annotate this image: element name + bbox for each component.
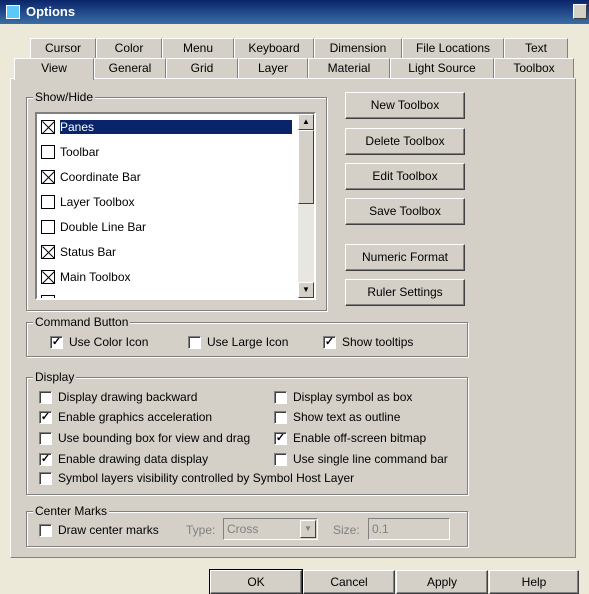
checkbox-icon[interactable]	[41, 145, 55, 159]
use-bounding-box-label: Use bounding box for view and drag	[58, 431, 251, 445]
checkbox-icon[interactable]	[274, 411, 287, 424]
tab-keyboard[interactable]: Keyboard	[234, 38, 314, 58]
checkbox-icon[interactable]	[274, 391, 287, 404]
list-item-main-toolbox[interactable]: Main Toolbox	[39, 268, 289, 288]
list-item-label: Panes	[60, 120, 292, 134]
use-color-icon-label: Use Color Icon	[69, 335, 149, 349]
type-select-value: Cross	[227, 522, 259, 536]
checkbox-icon[interactable]	[188, 336, 201, 349]
tab-menu[interactable]: Menu	[162, 38, 234, 58]
list-item-toolbar[interactable]: Toolbar	[39, 143, 289, 163]
list-item-coordinate-bar[interactable]: Coordinate Bar	[39, 168, 289, 188]
title-bar: Options	[0, 0, 589, 24]
list-item-label: Status Bar	[60, 245, 117, 259]
checkbox-checked-icon[interactable]	[41, 170, 55, 184]
checkbox-icon[interactable]	[39, 432, 52, 445]
enable-offscreen-bitmap-label: Enable off-screen bitmap	[293, 431, 427, 445]
list-item-double-line-bar[interactable]: Double Line Bar	[39, 218, 289, 238]
display-legend: Display	[33, 370, 77, 384]
window-title: Options	[26, 4, 76, 19]
checkbox-checkmark-icon[interactable]: ✓	[50, 336, 63, 349]
single-line-command-bar-label: Use single line command bar	[293, 452, 448, 466]
save-toolbox-button[interactable]: Save Toolbox	[345, 198, 465, 225]
tab-light-source[interactable]: Light Source	[390, 58, 494, 78]
edit-toolbox-button[interactable]: Edit Toolbox	[345, 163, 465, 190]
new-toolbox-button[interactable]: New Toolbox	[345, 92, 465, 119]
list-item-label: Main Toolbox	[60, 270, 131, 284]
tab-file-locations[interactable]: File Locations	[402, 38, 504, 58]
delete-toolbox-button[interactable]: Delete Toolbox	[345, 128, 465, 155]
tab-material[interactable]: Material	[308, 58, 390, 78]
center-marks-legend: Center Marks	[33, 504, 110, 518]
checkbox-icon[interactable]	[41, 220, 55, 234]
tab-dimension[interactable]: Dimension	[314, 38, 402, 58]
list-item-label: Layer Toolbox	[60, 195, 135, 209]
size-input-value: 0.1	[372, 522, 389, 536]
tab-general[interactable]: General	[94, 58, 166, 78]
checkbox-checked-icon[interactable]	[41, 270, 55, 284]
display-symbol-as-box-label: Display symbol as box	[293, 390, 413, 404]
symbol-layers-visibility-label: Symbol layers visibility controlled by S…	[58, 471, 355, 485]
tab-cursor[interactable]: Cursor	[30, 38, 96, 58]
draw-center-marks-label: Draw center marks	[58, 523, 159, 537]
checkbox-checkmark-icon[interactable]: ✓	[274, 432, 287, 445]
numeric-format-button[interactable]: Numeric Format	[345, 244, 465, 271]
enable-drawing-data-display-label: Enable drawing data display	[58, 452, 209, 466]
tab-view[interactable]: View	[14, 58, 94, 80]
list-item-panes[interactable]: Panes	[39, 118, 292, 138]
chevron-down-icon[interactable]: ▼	[300, 520, 316, 538]
scroll-up-icon[interactable]: ▲	[298, 114, 314, 130]
checkbox-checkmark-icon[interactable]: ✓	[39, 453, 52, 466]
checkbox-checkmark-icon[interactable]: ✓	[323, 336, 336, 349]
size-label: Size:	[333, 523, 360, 537]
help-button[interactable]: Help	[489, 570, 579, 594]
scroll-thumb[interactable]	[298, 130, 314, 204]
scroll-down-icon[interactable]: ▼	[298, 282, 314, 298]
list-item-label: Coordinate Bar	[60, 170, 141, 184]
checkbox-icon[interactable]	[274, 453, 287, 466]
show-hide-list[interactable]: Panes Toolbar Coordinate Bar Layer Toolb…	[35, 112, 316, 300]
list-item-layer-toolbox[interactable]: Layer Toolbox	[39, 193, 289, 213]
checkbox-icon[interactable]	[41, 195, 55, 209]
type-select[interactable]: Cross ▼	[223, 518, 318, 540]
enable-graphics-acceleration-label: Enable graphics acceleration	[58, 410, 213, 424]
checkbox-icon[interactable]	[39, 391, 52, 404]
checkbox-icon[interactable]	[39, 524, 52, 537]
list-item-label: Toolbar	[60, 145, 100, 159]
close-icon[interactable]	[573, 4, 587, 19]
cancel-button[interactable]: Cancel	[303, 570, 395, 594]
use-large-icon-label: Use Large Icon	[207, 335, 289, 349]
tab-text[interactable]: Text	[504, 38, 568, 58]
type-label: Type:	[186, 523, 216, 537]
list-item-status-bar[interactable]: Status Bar	[39, 243, 289, 263]
tab-color[interactable]: Color	[96, 38, 162, 58]
size-input[interactable]: 0.1	[368, 518, 450, 540]
list-item-label: Double Line Bar	[60, 220, 147, 234]
display-drawing-backward-label: Display drawing backward	[58, 390, 198, 404]
checkbox-icon	[41, 295, 55, 298]
tab-layer[interactable]: Layer	[238, 58, 308, 78]
show-text-as-outline-label: Show text as outline	[293, 410, 401, 424]
checkbox-checked-icon[interactable]	[41, 245, 55, 259]
tab-toolbox[interactable]: Toolbox	[494, 58, 574, 78]
show-hide-legend: Show/Hide	[33, 90, 96, 104]
checkbox-checked-icon[interactable]	[41, 120, 55, 134]
show-tooltips-label: Show tooltips	[342, 335, 414, 349]
apply-button[interactable]: Apply	[396, 570, 488, 594]
list-scrollbar[interactable]: ▲ ▼	[298, 114, 314, 298]
tab-grid[interactable]: Grid	[166, 58, 238, 78]
checkbox-checkmark-icon[interactable]: ✓	[39, 411, 52, 424]
app-icon	[6, 5, 20, 19]
command-button-legend: Command Button	[33, 315, 131, 329]
checkbox-icon[interactable]	[39, 472, 52, 485]
list-item-partial	[39, 293, 289, 298]
ruler-settings-button[interactable]: Ruler Settings	[345, 279, 465, 306]
ok-button[interactable]: OK	[209, 569, 303, 594]
